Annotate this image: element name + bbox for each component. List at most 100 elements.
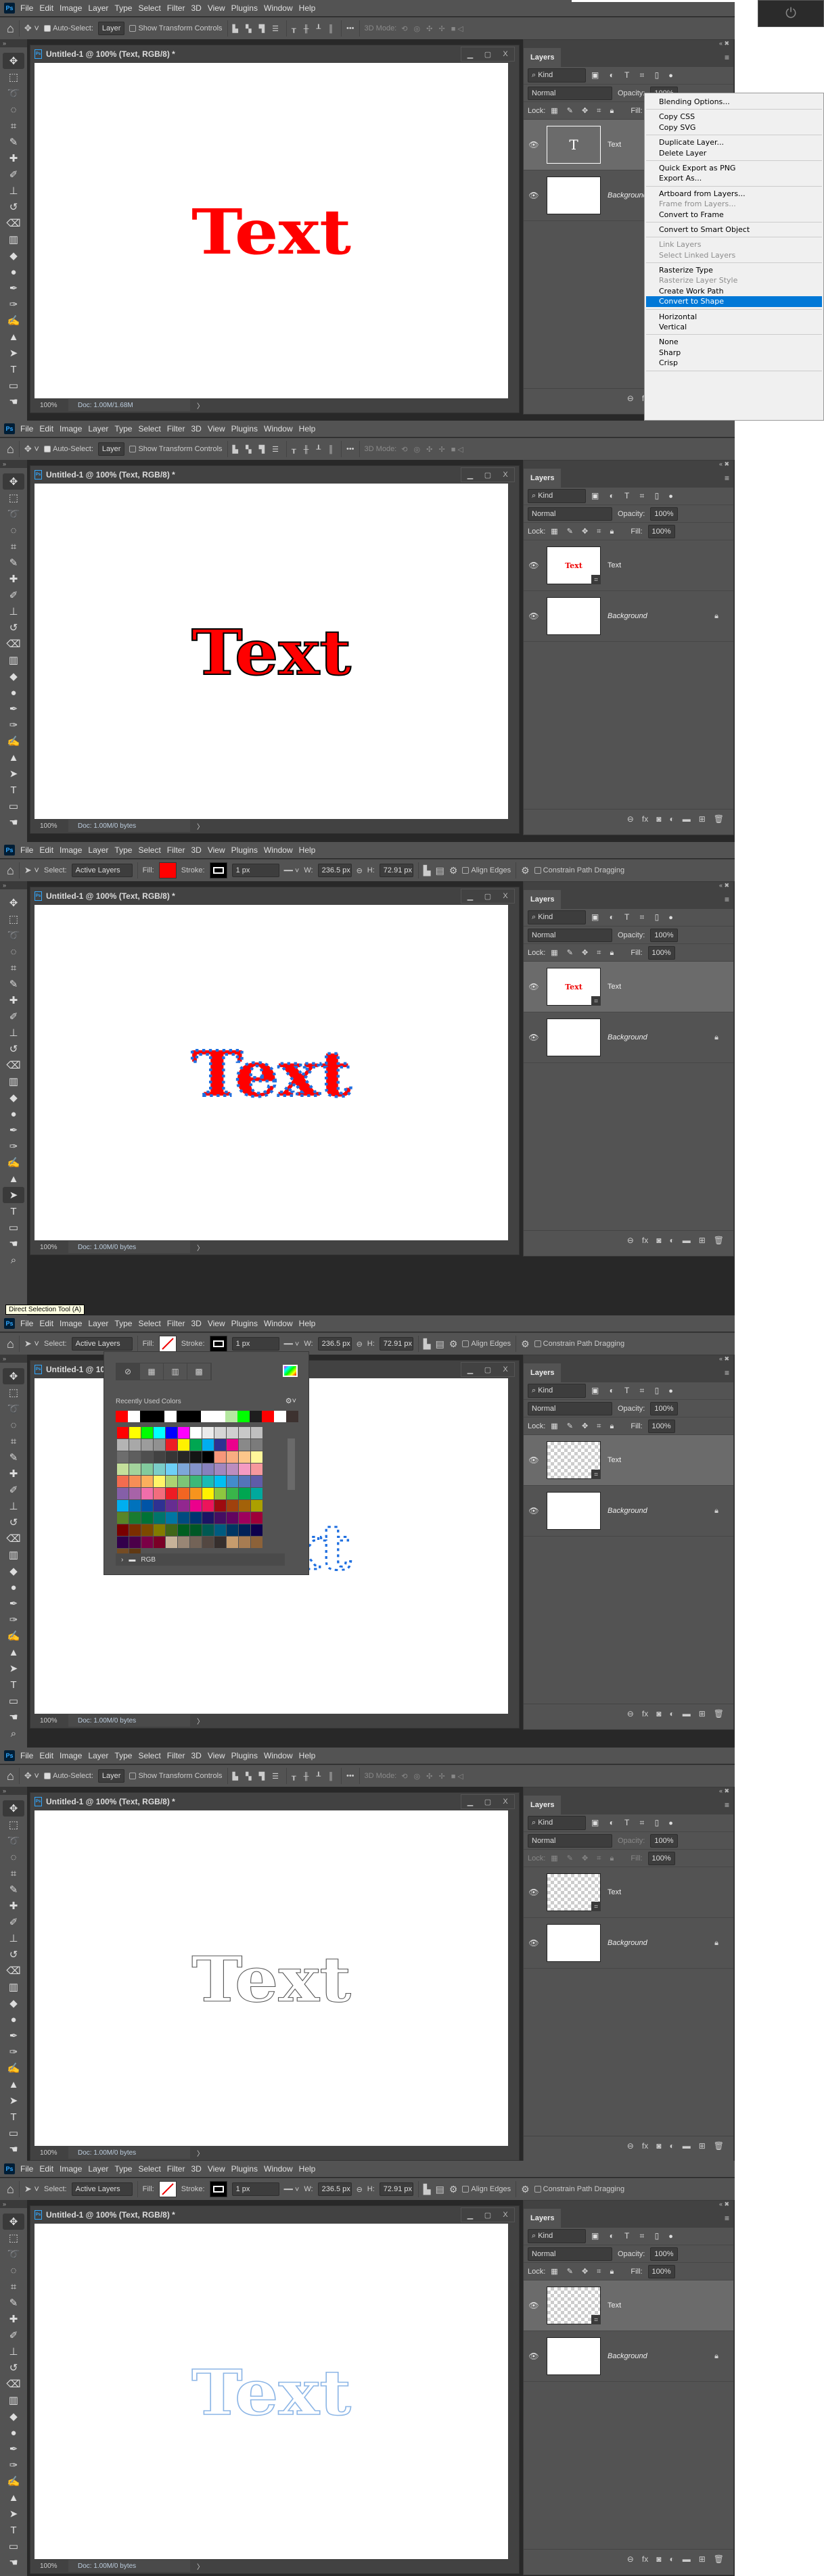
color-swatch[interactable] (154, 1439, 165, 1451)
menu-help[interactable]: Help (299, 1319, 316, 1328)
align-edges-checkbox[interactable]: Align Edges (462, 866, 511, 874)
path-alignment-icon[interactable]: ▤ (436, 865, 444, 876)
menu-edit[interactable]: Edit (39, 3, 53, 13)
color-swatch[interactable] (129, 1476, 141, 1487)
tool-button[interactable]: ⊥ (3, 603, 24, 619)
group-icon[interactable]: ▬ (683, 2554, 691, 2564)
tool-button[interactable]: ● (3, 1106, 24, 1122)
tool-button[interactable]: ➤ (3, 345, 24, 361)
tool-button[interactable]: ⌗ (3, 1865, 24, 1881)
color-swatch[interactable] (239, 1500, 250, 1512)
layer-name[interactable]: Text (608, 1888, 621, 1896)
link-layers-icon[interactable]: ⊖ (627, 1236, 634, 1245)
tool-button[interactable]: ⌕ (3, 1725, 24, 1741)
delete-icon[interactable]: 🗑︎ (714, 814, 724, 824)
color-swatch[interactable] (141, 1488, 153, 1499)
color-swatch[interactable] (190, 1537, 202, 1548)
tool-button[interactable]: ◆ (3, 2408, 24, 2425)
new-layer-icon[interactable]: ⊞ (699, 2141, 706, 2151)
color-swatch[interactable] (166, 1488, 177, 1499)
tool-button[interactable]: ✐ (3, 2327, 24, 2343)
tool-button[interactable]: ◆ (3, 668, 24, 684)
document-tab[interactable]: Ps Untitled-1 @ 100% (Text, RGB/8) * (30, 1793, 519, 1810)
layer-row-text[interactable]: 👁︎ ⌗ Text (524, 1867, 733, 1918)
gear-icon[interactable]: ⚙ (521, 1338, 530, 1350)
mask-icon[interactable]: ◙ (656, 2141, 661, 2151)
color-swatch[interactable] (116, 1411, 128, 1422)
color-swatch[interactable] (178, 1451, 189, 1463)
color-swatch[interactable] (251, 1488, 262, 1499)
visibility-eye-icon[interactable]: 👁︎ (524, 2301, 544, 2310)
color-swatch[interactable] (129, 1537, 141, 1548)
color-swatch[interactable] (166, 1512, 177, 1524)
mask-icon[interactable]: ◙ (656, 814, 661, 824)
menu-view[interactable]: View (208, 424, 225, 434)
menu-layer[interactable]: Layer (88, 2164, 108, 2174)
close-button[interactable]: X (497, 2208, 514, 2222)
color-swatch[interactable] (178, 1512, 189, 1524)
color-swatch[interactable] (178, 1524, 189, 1536)
tool-button[interactable]: ⊥ (3, 1498, 24, 1514)
color-swatch[interactable] (141, 1463, 153, 1475)
delete-icon[interactable]: 🗑︎ (714, 2554, 724, 2564)
menu-3d[interactable]: 3D (191, 2164, 201, 2174)
show-transform-checkbox[interactable]: Show Transform Controls (129, 1772, 223, 1780)
color-swatch[interactable] (178, 1500, 189, 1512)
color-swatch[interactable] (166, 1427, 177, 1438)
link-layers-icon[interactable]: ⊖ (627, 394, 634, 403)
color-swatch[interactable] (251, 1427, 262, 1438)
menu-layer[interactable]: Layer (88, 1319, 108, 1328)
tab-layers[interactable]: Layers (524, 1363, 562, 1382)
adjustment-icon[interactable]: ◐ (669, 1709, 674, 1718)
home-icon[interactable]: ⌂ (7, 22, 14, 36)
color-swatch[interactable] (251, 1524, 262, 1536)
tool-button[interactable]: ◆ (3, 248, 24, 264)
visibility-eye-icon[interactable]: 👁︎ (524, 1888, 544, 1897)
menu-file[interactable]: File (20, 1751, 33, 1760)
color-swatch[interactable] (141, 1537, 153, 1548)
auto-select-dropdown[interactable]: Layer (97, 22, 125, 35)
menu-filter[interactable]: Filter (167, 1319, 185, 1328)
close-button[interactable]: X (497, 889, 514, 903)
color-swatch[interactable] (190, 1488, 202, 1499)
minimize-button[interactable]: ▁ (461, 889, 479, 903)
color-swatch[interactable] (164, 1411, 177, 1422)
tab-layers[interactable]: Layers (524, 890, 562, 909)
color-swatch[interactable] (141, 1451, 153, 1463)
fill-swatch[interactable] (158, 1336, 177, 1352)
new-layer-icon[interactable]: ⊞ (699, 814, 706, 824)
home-icon[interactable]: ⌂ (7, 1337, 14, 1351)
opacity-field[interactable]: 100% (650, 1401, 678, 1415)
tool-button[interactable]: ↺ (3, 1946, 24, 1963)
color-swatch[interactable] (129, 1439, 141, 1451)
tool-button[interactable]: ✚ (3, 992, 24, 1008)
visibility-eye-icon[interactable]: 👁︎ (524, 1455, 544, 1465)
lock-icons[interactable]: ▦ ✎ ✥ ⌗ 🔒︎ (551, 527, 617, 536)
new-layer-icon[interactable]: ⊞ (699, 1236, 706, 1245)
tool-button[interactable]: ✒ (3, 280, 24, 296)
menu-layer[interactable]: Layer (88, 1751, 108, 1760)
more-options-button[interactable]: ••• (346, 445, 354, 453)
tool-button[interactable]: ◌ (3, 2262, 24, 2278)
auto-select-checkbox[interactable]: Auto-Select: (43, 1772, 93, 1780)
color-swatch[interactable] (227, 1524, 238, 1536)
tool-button[interactable]: ⌫ (3, 2376, 24, 2392)
document-size[interactable]: Doc: 1.00M/0 bytes (68, 1241, 190, 1253)
tool-button[interactable]: ✒ (3, 2441, 24, 2457)
color-swatch[interactable] (166, 1537, 177, 1548)
color-swatch[interactable] (190, 1427, 202, 1438)
path-operations-icon[interactable]: ▙ (424, 2184, 431, 2195)
menu-view[interactable]: View (208, 3, 225, 13)
canvas-text[interactable]: Text (191, 2356, 352, 2430)
canvas[interactable]: Text (35, 484, 508, 819)
tool-button[interactable]: ☚ (3, 394, 24, 410)
context-menu-item[interactable]: None (646, 337, 822, 347)
canvas-text[interactable]: Text (191, 615, 352, 690)
tool-button[interactable]: T (3, 1677, 24, 1693)
color-swatch[interactable] (274, 1411, 286, 1422)
tool-button[interactable]: ➤ (3, 766, 24, 782)
menu-plugins[interactable]: Plugins (231, 3, 258, 13)
align-edges-checkbox[interactable]: Align Edges (462, 1340, 511, 1348)
document-size[interactable]: Doc: 1.00M/0 bytes (68, 1714, 190, 1727)
menu-type[interactable]: Type (114, 3, 132, 13)
